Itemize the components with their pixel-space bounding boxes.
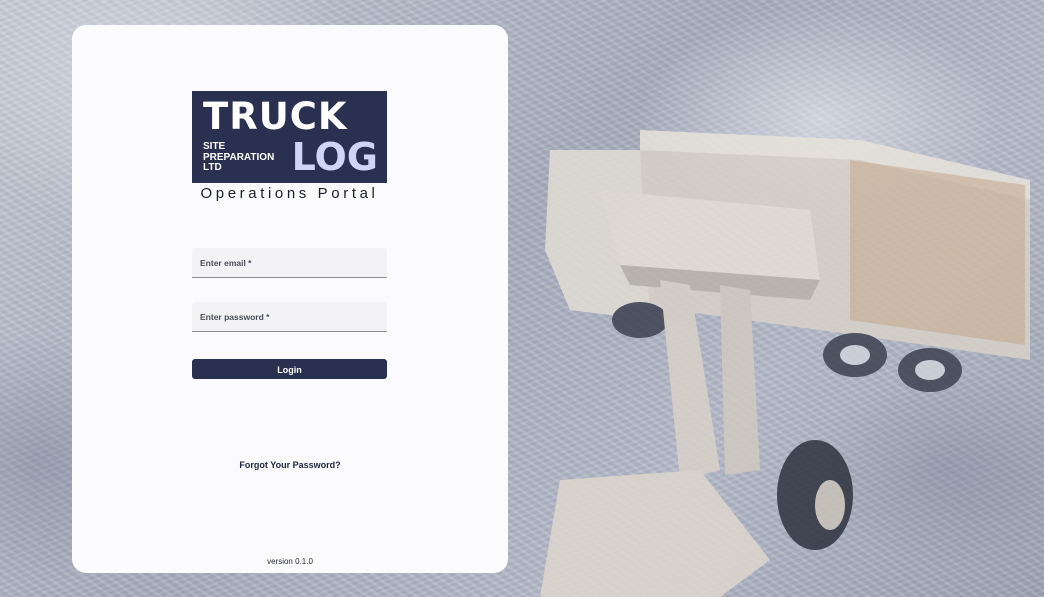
- login-card: TRUCK SITE PREPARATION LTD LOG Operation…: [72, 25, 508, 573]
- version-label: version 0.1.0: [267, 557, 313, 566]
- email-field[interactable]: [192, 248, 387, 278]
- logo-company-line: SITE: [203, 141, 226, 152]
- login-button[interactable]: Login: [192, 359, 387, 379]
- password-input[interactable]: [192, 302, 387, 331]
- email-input[interactable]: [192, 248, 387, 277]
- logo-truck-text: TRUCK: [203, 95, 348, 138]
- logo-company-line: LTD: [203, 162, 222, 173]
- forgot-password-link[interactable]: Forgot Your Password?: [72, 460, 508, 470]
- portal-subtitle: Operations Portal: [200, 185, 379, 202]
- logo-company-name: SITE PREPARATION LTD: [203, 141, 283, 174]
- logo-log-text: LOG: [291, 135, 378, 179]
- truck-log-logo: TRUCK SITE PREPARATION LTD LOG: [192, 91, 387, 183]
- password-field[interactable]: [192, 302, 387, 332]
